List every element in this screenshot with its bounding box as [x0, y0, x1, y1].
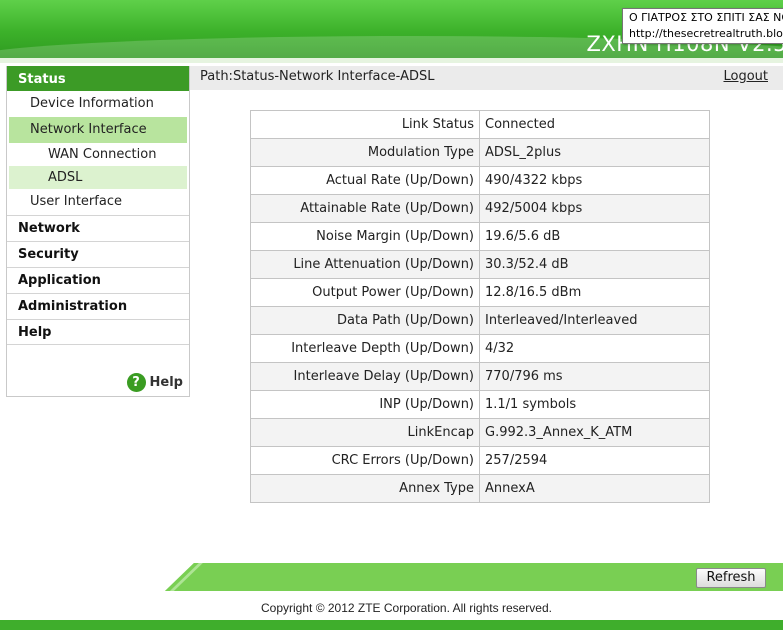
table-row: Noise Margin (Up/Down) 19.6/5.6 dB — [250, 222, 710, 251]
row-label: Output Power (Up/Down) — [250, 278, 480, 307]
row-value: G.992.3_Annex_K_ATM — [479, 418, 710, 447]
header-divider — [0, 58, 783, 63]
row-label: Interleave Depth (Up/Down) — [250, 334, 480, 363]
row-value: 30.3/52.4 dB — [479, 250, 710, 279]
table-row: INP (Up/Down) 1.1/1 symbols — [250, 390, 710, 419]
table-row: Line Attenuation (Up/Down) 30.3/52.4 dB — [250, 250, 710, 279]
footer-green-line — [0, 620, 783, 630]
logout-link[interactable]: Logout — [723, 66, 768, 88]
row-value: ADSL_2plus — [479, 138, 710, 167]
table-row: Link Status Connected — [250, 110, 710, 139]
row-label: CRC Errors (Up/Down) — [250, 446, 480, 475]
row-label: Line Attenuation (Up/Down) — [250, 250, 480, 279]
tooltip-url: http://thesecretrealtruth.blog — [629, 27, 783, 40]
sidebar-item-device-information[interactable]: Device Information — [7, 91, 189, 117]
table-row: Data Path (Up/Down) Interleaved/Interleav… — [250, 306, 710, 335]
sidebar-section-security[interactable]: Security — [7, 241, 189, 267]
table-row: Attainable Rate (Up/Down) 492/5004 kbps — [250, 194, 710, 223]
table-row: Annex Type AnnexA — [250, 474, 710, 503]
row-value: 1.1/1 symbols — [479, 390, 710, 419]
row-value: 12.8/16.5 dBm — [479, 278, 710, 307]
browser-tooltip: Ο ΓΙΑΤΡΟΣ ΣΤΟ ΣΠΙΤΙ ΣΑΣ ΝΟ http://thesec… — [622, 8, 783, 44]
sidebar-subitem-wan-connection[interactable]: WAN Connection — [7, 143, 189, 166]
help-link-label: Help — [149, 375, 183, 390]
tooltip-title: Ο ΓΙΑΤΡΟΣ ΣΤΟ ΣΠΙΤΙ ΣΑΣ ΝΟ — [629, 11, 783, 24]
sidebar-item-user-interface[interactable]: User Interface — [7, 189, 189, 215]
table-row: CRC Errors (Up/Down) 257/2594 — [250, 446, 710, 475]
row-label: Actual Rate (Up/Down) — [250, 166, 480, 195]
table-row: Interleave Delay (Up/Down) 770/796 ms — [250, 362, 710, 391]
row-label: Data Path (Up/Down) — [250, 306, 480, 335]
row-label: Link Status — [250, 110, 480, 139]
adsl-status-table: Link Status Connected Modulation Type ADSL_… — [250, 110, 710, 503]
table-row: Output Power (Up/Down) 12.8/16.5 dBm — [250, 278, 710, 307]
copyright-text: Copyright © 2012 ZTE Corporation. All ri… — [261, 601, 552, 615]
row-label: INP (Up/Down) — [250, 390, 480, 419]
row-value: Connected — [479, 110, 710, 139]
row-label: Noise Margin (Up/Down) — [250, 222, 480, 251]
row-label: Attainable Rate (Up/Down) — [250, 194, 480, 223]
sidebar-section-help[interactable]: Help — [7, 319, 189, 345]
sidebar-subitem-adsl[interactable]: ADSL — [9, 166, 187, 189]
sidebar-section-application[interactable]: Application — [7, 267, 189, 293]
sidebar: Status Device Information Network Interf… — [6, 66, 190, 397]
table-row: LinkEncap G.992.3_Annex_K_ATM — [250, 418, 710, 447]
refresh-button[interactable]: Refresh — [696, 568, 766, 588]
row-label: Annex Type — [250, 474, 480, 503]
sidebar-section-network[interactable]: Network — [7, 215, 189, 241]
footer-bar — [163, 563, 783, 591]
row-label: LinkEncap — [250, 418, 480, 447]
row-value: Interleaved/Interleaved — [479, 306, 710, 335]
sidebar-section-status[interactable]: Status — [7, 66, 189, 91]
row-label: Interleave Delay (Up/Down) — [250, 362, 480, 391]
table-row: Actual Rate (Up/Down) 490/4322 kbps — [250, 166, 710, 195]
row-value: 19.6/5.6 dB — [479, 222, 710, 251]
row-value: 492/5004 kbps — [479, 194, 710, 223]
question-mark-icon: ? — [126, 373, 146, 392]
table-row: Modulation Type ADSL_2plus — [250, 138, 710, 167]
help-link[interactable]: ? Help — [126, 373, 183, 392]
breadcrumb: Path:Status-Network Interface-ADSL Logou… — [190, 66, 783, 90]
row-value: 770/796 ms — [479, 362, 710, 391]
breadcrumb-path: Path:Status-Network Interface-ADSL — [200, 69, 435, 84]
row-value: 257/2594 — [479, 446, 710, 475]
table-row: Interleave Depth (Up/Down) 4/32 — [250, 334, 710, 363]
sidebar-item-network-interface[interactable]: Network Interface — [9, 117, 187, 143]
row-value: AnnexA — [479, 474, 710, 503]
row-label: Modulation Type — [250, 138, 480, 167]
sidebar-section-administration[interactable]: Administration — [7, 293, 189, 319]
row-value: 4/32 — [479, 334, 710, 363]
row-value: 490/4322 kbps — [479, 166, 710, 195]
